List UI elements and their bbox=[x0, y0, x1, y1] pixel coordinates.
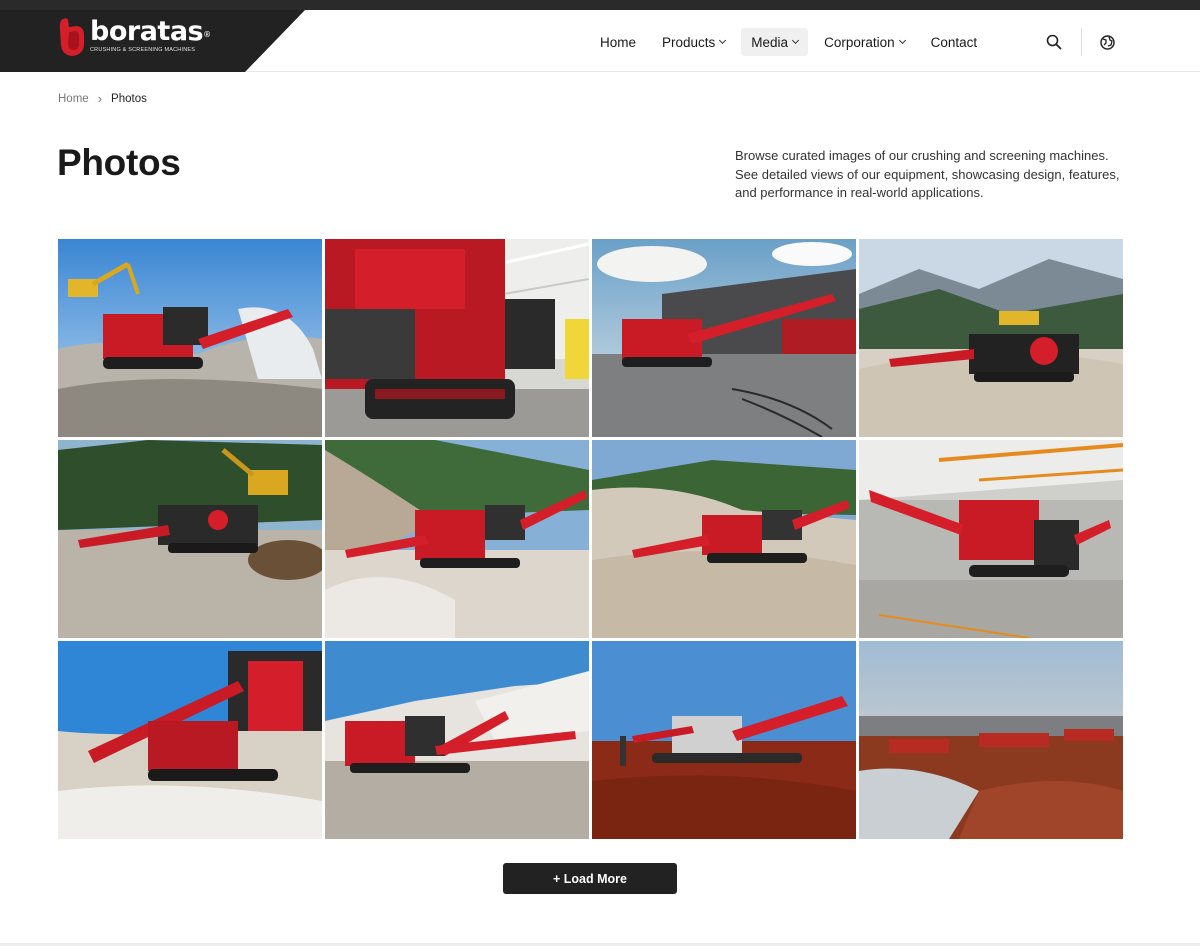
gallery-photo[interactable] bbox=[58, 641, 322, 839]
brand-tagline: Crushing & Screening Machines bbox=[90, 47, 196, 53]
photo-crusher-forest-quarry bbox=[58, 440, 322, 638]
gallery-photo[interactable] bbox=[592, 239, 856, 437]
top-strip bbox=[0, 0, 1200, 10]
nav-products-label: Products bbox=[662, 34, 716, 50]
chevron-down-icon bbox=[792, 36, 800, 45]
chevron-down-icon bbox=[898, 36, 906, 45]
photo-crusher-factory bbox=[325, 239, 589, 437]
photo-crusher-showroom bbox=[592, 239, 856, 437]
nav-contact[interactable]: Contact bbox=[921, 28, 988, 56]
brand-text: boratas® Crushing & Screening Machines bbox=[90, 18, 211, 54]
nav-corporation-label: Corporation bbox=[824, 34, 895, 50]
main-nav: Home Products Media Corporation Contact bbox=[590, 28, 993, 56]
breadcrumb: Home › Photos bbox=[58, 91, 147, 106]
photo-crusher-quarry bbox=[58, 239, 322, 437]
nav-products[interactable]: Products bbox=[652, 28, 735, 56]
photo-crusher-mountains bbox=[859, 239, 1123, 437]
site-header: boratas® Crushing & Screening Machines H… bbox=[0, 10, 1200, 72]
load-more-button[interactable]: + Load More bbox=[503, 863, 677, 894]
gallery-photo[interactable] bbox=[58, 239, 322, 437]
gallery-photo[interactable] bbox=[859, 641, 1123, 839]
nav-contact-label: Contact bbox=[930, 34, 978, 50]
nav-home-label: Home bbox=[600, 34, 637, 50]
search-icon[interactable] bbox=[1045, 33, 1063, 51]
gallery-photo[interactable] bbox=[325, 239, 589, 437]
nav-corporation[interactable]: Corporation bbox=[814, 28, 915, 56]
photo-screener-blue-sky bbox=[325, 641, 589, 839]
gallery-photo[interactable] bbox=[592, 440, 856, 638]
breadcrumb-current: Photos bbox=[111, 92, 147, 105]
photo-screener-hills bbox=[592, 440, 856, 638]
photo-screener-white-quarry bbox=[325, 440, 589, 638]
nav-home[interactable]: Home bbox=[590, 28, 646, 56]
globe-icon[interactable] bbox=[1099, 34, 1116, 51]
page-title: Photos bbox=[57, 142, 181, 183]
gallery-photo[interactable] bbox=[859, 440, 1123, 638]
nav-media-label: Media bbox=[751, 34, 789, 50]
photo-screener-red-earth bbox=[592, 641, 856, 839]
photo-gallery bbox=[58, 239, 1123, 839]
chevron-down-icon bbox=[719, 36, 727, 45]
photo-fleet-red-earth bbox=[859, 641, 1123, 839]
gallery-photo[interactable] bbox=[58, 440, 322, 638]
brand-mark-icon bbox=[59, 18, 84, 56]
breadcrumb-home-link[interactable]: Home bbox=[58, 93, 89, 105]
logo-panel: boratas® Crushing & Screening Machines bbox=[0, 10, 305, 72]
gallery-photo[interactable] bbox=[859, 239, 1123, 437]
photo-screener-factory-hall bbox=[859, 440, 1123, 638]
gallery-photo[interactable] bbox=[325, 440, 589, 638]
gallery-photo[interactable] bbox=[325, 641, 589, 839]
gallery-photo[interactable] bbox=[592, 641, 856, 839]
photo-crusher-bright-quarry bbox=[58, 641, 322, 839]
page-intro: Browse curated images of our crushing an… bbox=[735, 148, 1120, 200]
nav-media[interactable]: Media bbox=[741, 28, 809, 56]
breadcrumb-separator: › bbox=[97, 91, 103, 106]
brand-logo[interactable]: boratas® Crushing & Screening Machines bbox=[57, 12, 211, 60]
brand-name: boratas® bbox=[90, 16, 211, 47]
header-divider bbox=[1081, 28, 1082, 56]
